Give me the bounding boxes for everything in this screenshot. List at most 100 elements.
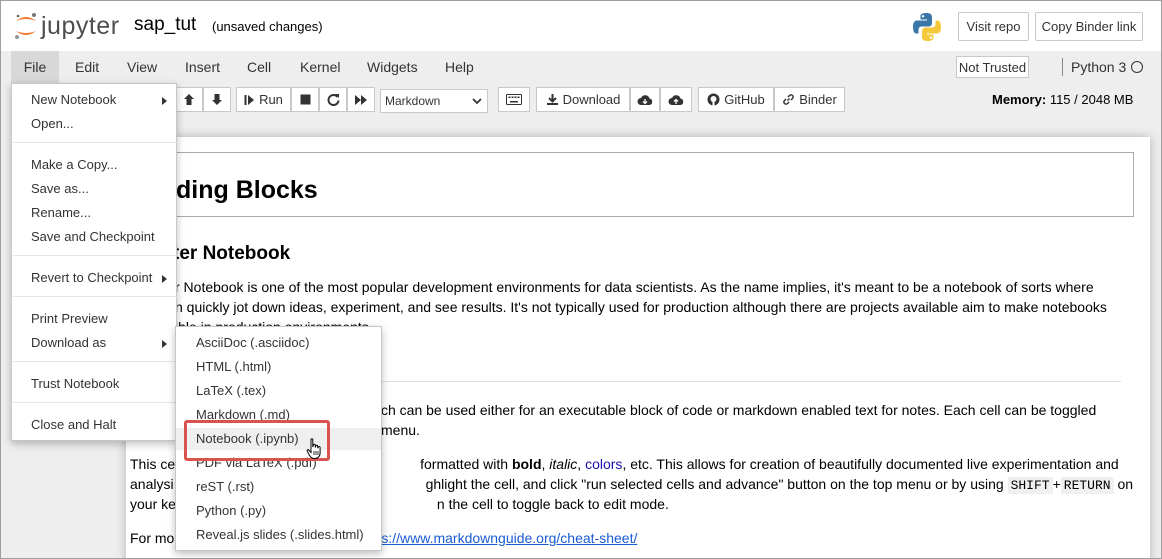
text-fragment: on: [1117, 476, 1134, 492]
menu-widgets[interactable]: Widgets: [357, 51, 428, 83]
horizontal-rule: [381, 381, 1121, 382]
download-label: Download: [562, 92, 621, 107]
text-fragment: ghlight the cell, and click "run selecte…: [425, 476, 1004, 492]
text-fragment: This ce: [130, 456, 176, 472]
cloud-download-icon: [637, 94, 653, 105]
menu-item-label: Save as...: [31, 181, 89, 196]
memory-indicator: Memory: 115 / 2048 MB: [992, 92, 1133, 107]
file-menu-dropdown: New Notebook Open... Make a Copy... Save…: [11, 83, 177, 441]
jupyter-logo[interactable]: jupyter: [13, 11, 120, 41]
colored-text: colors: [585, 456, 623, 472]
menu-item-label: Save and Checkpoint: [31, 229, 155, 244]
text-fragment: formatted with: [420, 456, 512, 472]
cell-type-select[interactable]: Markdown: [380, 89, 488, 113]
menu-file[interactable]: File: [11, 51, 59, 83]
italic-text: italic: [549, 456, 578, 472]
github-button[interactable]: GitHub: [698, 87, 774, 112]
menu-edit[interactable]: Edit: [65, 51, 109, 83]
caret-right-icon: [162, 340, 167, 348]
memory-label: Memory:: [992, 92, 1047, 107]
menu-save-checkpoint[interactable]: Save and Checkpoint: [12, 226, 176, 248]
restart-button[interactable]: [319, 87, 347, 112]
heading-jupyter-notebook: ter Notebook: [173, 243, 291, 264]
menu-item-label: Rename...: [31, 205, 91, 220]
kernel-divider: [1062, 58, 1063, 76]
kernel-name: Python 3: [1071, 59, 1127, 75]
memory-value: 115 / 2048 MB: [1049, 92, 1134, 107]
menu-make-copy[interactable]: Make a Copy...: [12, 154, 176, 176]
menu-view[interactable]: View: [117, 51, 167, 83]
heading-building-blocks: ding Blocks: [176, 176, 318, 204]
menu-rename[interactable]: Rename...: [12, 202, 176, 224]
restart-run-all-button[interactable]: [347, 87, 375, 112]
menu-item-label: Make a Copy...: [31, 157, 118, 172]
link-icon: [783, 94, 795, 105]
notebook-name[interactable]: sap_tut: [134, 14, 196, 36]
menu-kernel[interactable]: Kernel: [290, 51, 350, 83]
cloud-download-button[interactable]: [630, 87, 660, 112]
interrupt-button[interactable]: [291, 87, 319, 112]
intro-paragraph-line-1: r Notebook is one of the most popular de…: [175, 279, 1094, 295]
download-python[interactable]: Python (.py): [176, 500, 381, 522]
menu-print-preview[interactable]: Print Preview: [12, 308, 176, 330]
copy-binder-link-button[interactable]: Copy Binder link: [1035, 12, 1143, 41]
download-asciidoc[interactable]: AsciiDoc (.asciidoc): [176, 332, 381, 354]
menu-save-as[interactable]: Save as...: [12, 178, 176, 200]
python-logo-icon: [913, 13, 941, 41]
binder-label: Binder: [799, 92, 837, 107]
download-html[interactable]: HTML (.html): [176, 356, 381, 378]
text-fragment: n the cell to toggle back to edit mode.: [436, 496, 669, 512]
menu-new-notebook[interactable]: New Notebook: [12, 89, 176, 111]
menu-divider: [13, 402, 177, 403]
download-revealjs-slides[interactable]: Reveal.js slides (.slides.html): [176, 524, 381, 546]
github-label: GitHub: [724, 92, 765, 107]
save-status: (unsaved changes): [212, 19, 323, 34]
visit-repo-button[interactable]: Visit repo: [958, 12, 1029, 41]
restart-icon: [327, 94, 339, 106]
menu-item-label: New Notebook: [31, 92, 117, 107]
step-forward-icon: [244, 94, 255, 105]
kernel-idle-icon: [1131, 61, 1143, 73]
cells-paragraph-line-2: menu.: [381, 422, 420, 438]
download-rest[interactable]: reST (.rst): [176, 476, 381, 498]
run-button[interactable]: Run: [236, 87, 291, 112]
menu-item-label: Open...: [31, 116, 74, 131]
menu-item-label: Revert to Checkpoint: [31, 270, 153, 285]
text-fragment: analysi: [130, 476, 174, 492]
download-latex[interactable]: LaTeX (.tex): [176, 380, 381, 402]
menu-item-label: Trust Notebook: [31, 376, 120, 391]
menu-trust-notebook[interactable]: Trust Notebook: [12, 373, 176, 395]
menu-open[interactable]: Open...: [12, 113, 176, 135]
menu-divider: [13, 361, 177, 362]
menu-item-label: Download as: [31, 335, 107, 350]
menu-item-label: Close and Halt: [31, 417, 117, 432]
cells-paragraph-line-1: ch can be used either for an executable …: [381, 402, 1097, 418]
text-fragment: +: [1052, 476, 1061, 492]
text-fragment: For mo: [130, 530, 175, 546]
menu-close-halt[interactable]: Close and Halt: [12, 414, 176, 436]
menu-cell[interactable]: Cell: [237, 51, 281, 83]
menu-download-as[interactable]: Download as: [12, 332, 176, 354]
menu-revert-checkpoint[interactable]: Revert to Checkpoint: [12, 267, 176, 289]
download-button[interactable]: Download: [536, 87, 630, 112]
logo-text: jupyter: [41, 11, 120, 40]
cloud-upload-button[interactable]: [660, 87, 692, 112]
menu-insert[interactable]: Insert: [175, 51, 230, 83]
command-palette-button[interactable]: [498, 87, 530, 112]
stop-icon: [300, 94, 310, 105]
move-down-button[interactable]: [203, 87, 231, 112]
menu-item-label: Print Preview: [31, 311, 108, 326]
menu-help[interactable]: Help: [435, 51, 484, 83]
move-up-button[interactable]: [175, 87, 203, 112]
text-fragment: ,: [577, 456, 586, 472]
intro-paragraph-line-2: n quickly jot down ideas, experiment, an…: [175, 299, 1107, 315]
markdown-cheatsheet-link[interactable]: s://www.markdownguide.org/cheat-sheet/: [381, 530, 637, 546]
caret-right-icon: [162, 275, 167, 283]
bold-text: bold: [511, 456, 542, 472]
header-bar: jupyter sap_tut (unsaved changes) Visit …: [1, 1, 1161, 51]
binder-button[interactable]: Binder: [774, 87, 845, 112]
menu-divider: [13, 296, 177, 297]
menu-divider: [13, 142, 177, 143]
jupyter-window: jupyter sap_tut (unsaved changes) Visit …: [0, 0, 1162, 559]
trust-status-button[interactable]: Not Trusted: [956, 56, 1029, 78]
